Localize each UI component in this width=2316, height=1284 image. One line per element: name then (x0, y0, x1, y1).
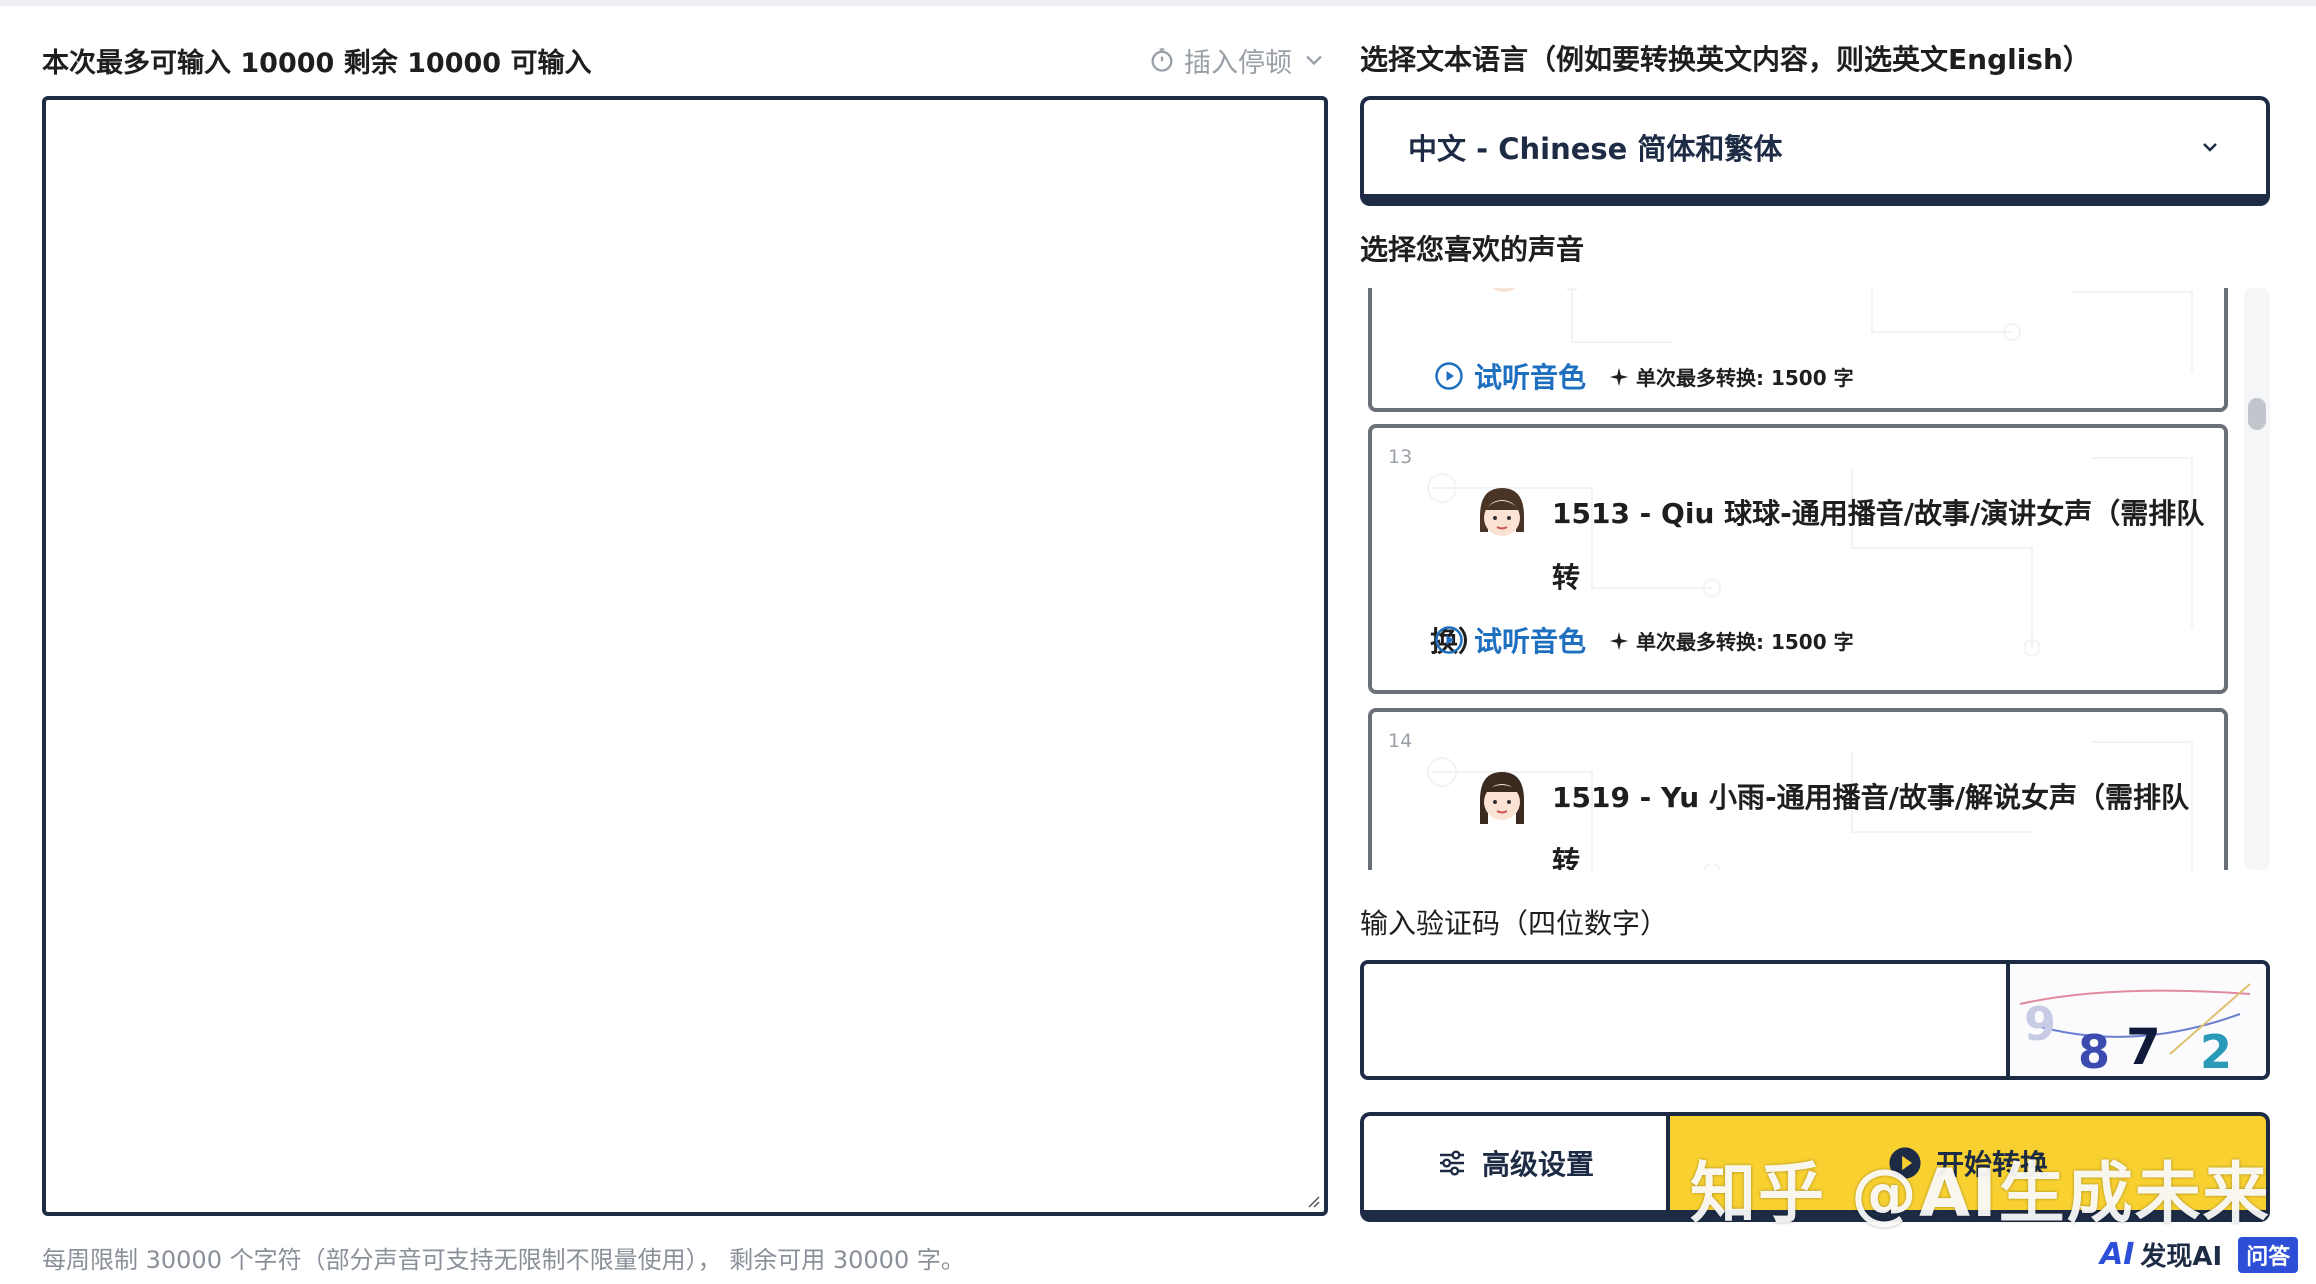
captcha-label: 输入验证码（四位数字） (1360, 907, 1669, 940)
text-input[interactable] (46, 100, 1324, 1212)
voice-list-scrollbar[interactable] (2244, 288, 2270, 870)
brand-badge: AI 发现AI 问答 (2100, 1236, 2299, 1273)
captcha-row: 9 8 7 2 (1360, 960, 2270, 1080)
listen-sample-button[interactable]: 试听音色 (1434, 620, 1586, 660)
top-divider (0, 0, 2316, 6)
captcha-input[interactable] (1364, 964, 2010, 1076)
insert-pause-label: 插入停顿 (1184, 47, 1292, 79)
advanced-settings-button[interactable]: 高级设置 (1360, 1112, 1670, 1222)
scrollbar-thumb[interactable] (2248, 398, 2266, 430)
timer-icon (1151, 48, 1173, 72)
language-selected-value: 中文 - Chinese 简体和繁体 (1408, 132, 1783, 166)
play-circle-icon (1435, 626, 1463, 654)
captcha-digit: 2 (2200, 1025, 2232, 1076)
max-chars-note: 单次最多转换: 1500 字 (1608, 362, 1854, 391)
voice-index: 13 (1388, 446, 1413, 468)
max-chars-note: 单次最多转换: 1500 字 (1608, 626, 1854, 655)
chevron-down-icon (1306, 55, 1322, 66)
listen-sample-label: 试听音色 (1474, 361, 1587, 394)
insert-pause-dropdown[interactable]: 插入停顿 (1148, 41, 1328, 80)
voice-name-line1: 1519 - Yu 小雨-通用播音/故事/解说女声（需排队转 (1552, 781, 2190, 870)
max-chars-text: 单次最多转换: 1500 字 (1636, 366, 1854, 390)
sparkle-icon (1609, 631, 1629, 650)
avatar-icon (1492, 288, 1516, 292)
max-chars-text: 单次最多转换: 1500 字 (1636, 630, 1854, 654)
advanced-settings-label: 高级设置 (1481, 1148, 1594, 1181)
brand-name: 发现AI (2140, 1242, 2223, 1272)
weekly-limit-note: 每周限制 30000 个字符（部分声音可支持无限制不限量使用）， 剩余可用 30… (42, 1246, 965, 1274)
resize-handle-icon[interactable] (1304, 1192, 1320, 1208)
language-label: 选择文本语言（例如要转换英文内容，则选英文English） (1360, 43, 2091, 76)
captcha-digit: 7 (2126, 1018, 2161, 1076)
captcha-image[interactable]: 9 8 7 2 (2010, 964, 2266, 1076)
captcha-graphic: 9 8 7 2 (2019, 983, 2251, 1076)
voice-list[interactable]: 试听音色 单次最多转换: 1500 字 13 1513 - Qiu 球球-通用播… (1360, 288, 2270, 870)
voice-name-line1: 1513 - Qiu 球球-通用播音/故事/演讲女声（需排队转 (1552, 497, 2205, 594)
chevron-down-icon (2203, 143, 2217, 152)
captcha-digit: 8 (2078, 1025, 2110, 1076)
language-select[interactable]: 中文 - Chinese 简体和繁体 (1360, 96, 2270, 206)
char-counter: 本次最多可输入 10000 剩余 10000 可输入 (42, 47, 592, 79)
brand-logo: AI (2100, 1237, 2135, 1272)
brand-tag: 问答 (2238, 1236, 2299, 1273)
listen-sample-button[interactable]: 试听音色 (1434, 356, 1586, 396)
voice-name: 1519 - Yu 小雨-通用播音/故事/解说女声（需排队转 换） (1552, 766, 2212, 870)
sliders-icon (1439, 1150, 1464, 1176)
sparkle-icon (1609, 367, 1629, 386)
avatar-icon (1480, 488, 1524, 536)
voice-card[interactable]: 14 1519 - Yu 小雨-通用播音/故事/解说女声（需排队转 换） (1368, 708, 2228, 870)
voice-card[interactable]: 13 1513 - Qiu 球球-通用播音/故事/演讲女声（需排队转 换） 试听… (1368, 424, 2228, 694)
editor-header: 本次最多可输入 10000 剩余 10000 可输入 插入停顿 (42, 38, 1328, 82)
avatar-icon (1480, 772, 1524, 824)
voice-label: 选择您喜欢的声音 (1360, 233, 1585, 266)
listen-sample-label: 试听音色 (1474, 625, 1587, 658)
voice-card[interactable]: 试听音色 单次最多转换: 1500 字 (1368, 288, 2228, 412)
captcha-digit: 9 (2024, 997, 2056, 1051)
play-circle-icon (1435, 362, 1463, 390)
voice-index: 14 (1388, 730, 1413, 752)
text-editor-frame (42, 96, 1328, 1216)
zhihu-watermark: 知乎 @AI生成未来 (1690, 1155, 2271, 1232)
